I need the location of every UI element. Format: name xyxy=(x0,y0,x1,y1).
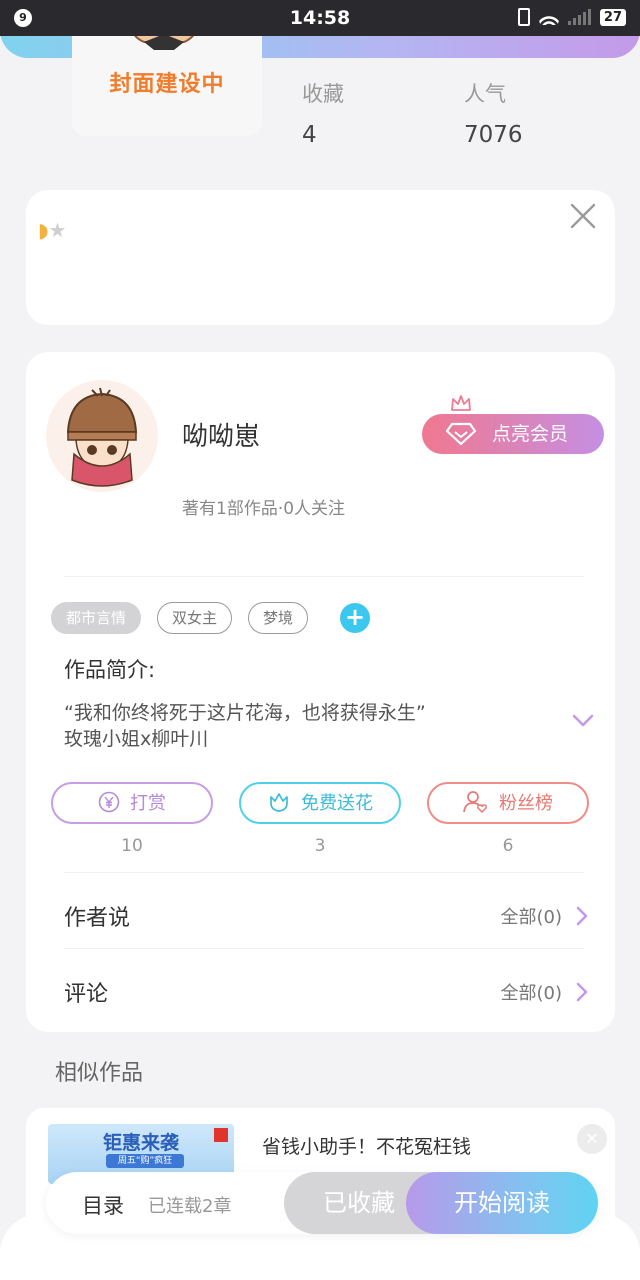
expand-chevron-down-icon[interactable] xyxy=(572,714,594,728)
reward-count: 10 xyxy=(121,836,143,856)
author-name[interactable]: 呦呦崽 xyxy=(182,416,260,453)
book-detail-card: 呦呦崽 著有1部作品·0人关注 点亮会员 都市言情 双女主 梦境 + 作品简介:… xyxy=(26,352,615,1032)
author-meta: 著有1部作品·0人关注 xyxy=(182,499,346,519)
divider xyxy=(64,948,584,949)
book-stats: 收藏 4 人气 7076 xyxy=(302,78,523,148)
fan-count: 6 xyxy=(502,836,514,856)
vibrate-icon xyxy=(517,8,530,26)
flower-count: 3 xyxy=(314,836,326,856)
avatar-illustration xyxy=(46,380,158,492)
activate-vip-button[interactable]: 点亮会员 xyxy=(422,414,604,454)
stat-value: 4 xyxy=(302,122,317,148)
intro-line-2: 玫瑰小姐x柳叶川 xyxy=(64,728,209,750)
flower-icon xyxy=(270,793,288,812)
send-flower-button[interactable]: 免费送花 xyxy=(239,782,401,824)
vip-button-label: 点亮会员 xyxy=(492,423,569,445)
bottom-action-bar: 目录 已连载2章 已收藏 开始阅读 xyxy=(46,1172,598,1234)
fan-ranking-button[interactable]: 粉丝榜 xyxy=(427,782,589,824)
author-says-row[interactable]: 作者说 全部(0) xyxy=(64,900,588,940)
status-bar: 9 14:58 27 xyxy=(0,0,640,36)
stat-favorites: 收藏 4 xyxy=(302,78,344,148)
ad-image-title: 钜惠来袭 xyxy=(102,1132,179,1154)
tag-list: 都市言情 双女主 梦境 + xyxy=(51,602,371,634)
stat-label: 人气 xyxy=(464,82,506,106)
ad-text[interactable]: 省钱小助手！不花冤枉钱 xyxy=(262,1132,471,1159)
author-says-title: 作者说 xyxy=(64,906,131,931)
comments-title: 评论 xyxy=(64,982,109,1007)
divider xyxy=(64,576,584,577)
rating-stars[interactable]: ◗★ xyxy=(38,218,66,242)
rating-card: ◗★ xyxy=(26,190,615,325)
stat-label: 收藏 xyxy=(302,82,344,106)
tag-urban-romance[interactable]: 都市言情 xyxy=(51,602,142,634)
reward-label: 打赏 xyxy=(130,793,166,814)
start-reading-button[interactable]: 开始阅读 xyxy=(406,1172,598,1234)
close-icon[interactable] xyxy=(569,202,597,230)
author-says-all-link[interactable]: 全部(0) xyxy=(501,903,563,929)
similar-works-title: 相似作品 xyxy=(55,1061,144,1086)
user-heart-icon xyxy=(463,791,487,814)
star-half-icon: ◗ xyxy=(38,218,49,242)
send-flower-label: 免费送花 xyxy=(301,793,373,814)
stat-popularity: 人气 7076 xyxy=(464,78,523,148)
cover-placeholder-text: 封面建设中 xyxy=(109,72,225,97)
battery-level: 27 xyxy=(599,8,626,26)
intro-title: 作品简介: xyxy=(64,658,156,682)
reward-button[interactable]: 打赏 xyxy=(51,782,213,824)
tag-dream[interactable]: 梦境 xyxy=(248,602,309,634)
chapter-count: 已连载2章 xyxy=(148,1196,232,1217)
divider xyxy=(64,872,584,873)
diamond-icon xyxy=(446,422,476,446)
ad-image-ribbon: 周五“购”疯狂 xyxy=(106,1154,184,1168)
add-tag-button[interactable]: + xyxy=(340,603,371,633)
author-avatar[interactable] xyxy=(46,380,158,492)
table-of-contents-button[interactable]: 目录 xyxy=(82,1190,124,1220)
signal-icon xyxy=(567,9,591,25)
intro-line-1: “我和你终将死于这片花海，也将获得永生” xyxy=(64,702,426,724)
stat-value: 7076 xyxy=(464,122,523,148)
crown-icon xyxy=(451,395,471,411)
comments-row[interactable]: 评论 全部(0) xyxy=(64,976,588,1016)
wifi-icon xyxy=(538,9,559,25)
chevron-right-icon xyxy=(576,982,588,1002)
tag-double-heroine[interactable]: 双女主 xyxy=(157,602,233,634)
yuan-coin-icon xyxy=(98,791,120,813)
fan-ranking-label: 粉丝榜 xyxy=(499,793,553,814)
comments-all-link[interactable]: 全部(0) xyxy=(501,979,563,1005)
star-empty-icon: ★ xyxy=(48,218,67,242)
ad-brand-logo xyxy=(214,1128,228,1142)
ad-close-icon[interactable]: ✕ xyxy=(577,1124,607,1154)
chevron-right-icon xyxy=(576,906,588,926)
